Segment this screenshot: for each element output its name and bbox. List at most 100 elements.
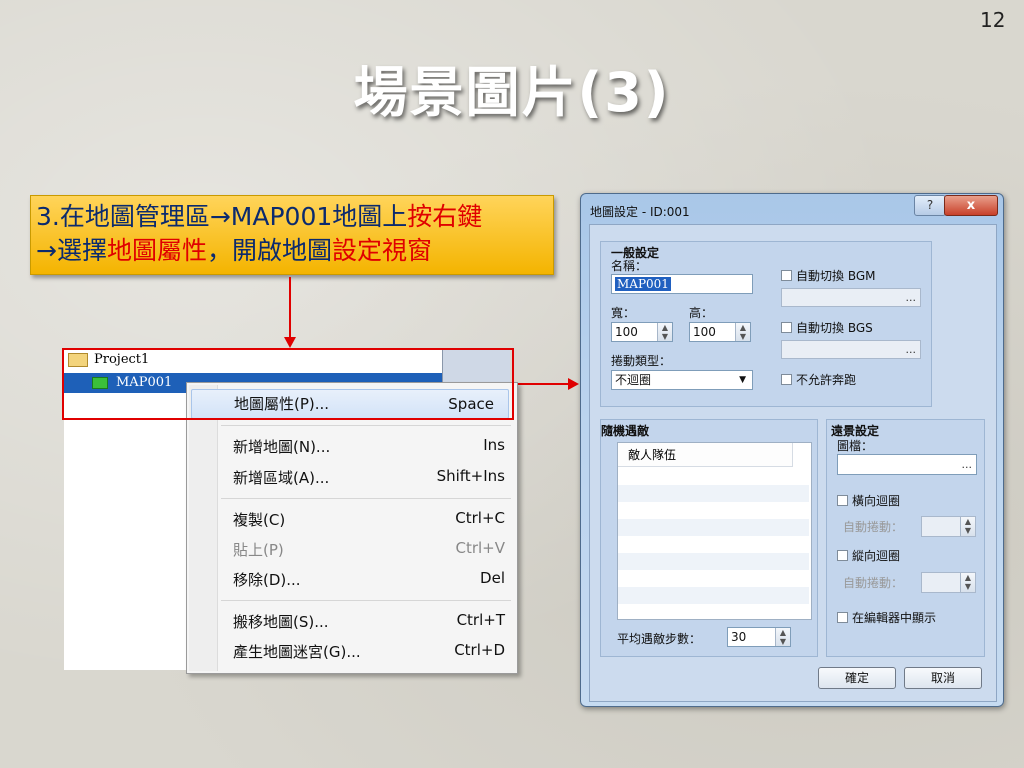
scroll-type-label: 捲動類型： [611,354,672,368]
no-dash-checkbox[interactable] [781,374,792,385]
list-row[interactable] [618,519,809,536]
cancel-button[interactable]: 取消 [904,667,982,689]
menu-item-shortcut: Del [480,569,505,587]
callout-highlight: 按右鍵 [407,202,483,231]
menu-item-copy[interactable]: 複製(C) Ctrl+C [233,509,505,530]
menu-item-label: 新增地圖(N)... [233,438,331,456]
height-value: 100 [693,325,716,339]
menu-icon-gutter [189,385,218,671]
spin-arrows-icon[interactable]: ▲ ▼ [735,323,750,341]
avg-steps-value: 30 [731,630,747,644]
spin-arrows-icon[interactable]: ▲ ▼ [960,517,975,536]
column-header: 敵人隊伍 [618,443,793,467]
enemy-troop-list[interactable]: 敵人隊伍 [617,442,812,620]
h-loop-checkbox[interactable] [837,495,848,506]
dialog-body: 一般設定 名稱： MAP001 寬： 高： 100 ▲ ▼ 100 ▲ ▼ 捲動類型… [589,224,997,702]
height-stepper[interactable]: 100 ▲ ▼ [689,322,751,342]
auto-bgm-checkbox[interactable] [781,270,792,281]
callout-text: →選擇 [36,236,107,265]
v-loop-checkbox[interactable] [837,550,848,561]
callout-highlight: 設定視窗 [331,236,432,265]
menu-item-generate-dungeon[interactable]: 產生地圖迷宮(G)... Ctrl+D [233,641,505,662]
width-stepper[interactable]: 100 ▲ ▼ [611,322,673,342]
menu-item-move-map[interactable]: 搬移地圖(S)... Ctrl+T [233,611,505,632]
menu-item-label: 複製(C) [233,511,286,529]
name-label: 名稱： [611,259,648,273]
callout-text: 3.在地圖管理區→MAP001地圖上 [36,202,408,231]
menu-item-shortcut: Ctrl+C [455,509,505,527]
list-row[interactable] [618,553,809,570]
menu-item-new-area[interactable]: 新增區域(A)... Shift+Ins [233,467,505,488]
menu-separator [221,425,511,426]
height-label: 高： [689,306,714,320]
v-scroll-stepper[interactable]: ▲ ▼ [921,572,976,593]
menu-separator [221,498,511,499]
close-button[interactable]: x [944,195,998,216]
menu-item-shortcut: Shift+Ins [436,467,505,485]
width-value: 100 [615,325,638,339]
menu-separator [221,600,511,601]
callout-line-1: 3.在地圖管理區→MAP001地圖上按右鍵 [36,200,549,234]
right-arrow-icon [515,378,579,390]
chevron-down-icon: ▼ [739,375,746,385]
auto-bgs-label: 自動切換 BGS [796,321,873,335]
scroll-type-select[interactable]: 不迴圈 ▼ [611,370,753,390]
slide-number: 12 [980,8,1006,32]
browse-button[interactable]: ... [906,341,917,359]
instruction-callout: 3.在地圖管理區→MAP001地圖上按右鍵 →選擇地圖屬性，開啟地圖設定視窗 [30,195,554,275]
menu-item-label: 移除(D)... [233,571,301,589]
ok-button[interactable]: 確定 [818,667,896,689]
avg-steps-label: 平均遇敵步數： [617,632,702,646]
auto-scroll-label: 自動捲動： [843,520,904,534]
width-label: 寬： [611,306,636,320]
menu-item-new-map[interactable]: 新增地圖(N)... Ins [233,436,505,457]
menu-item-shortcut: Ctrl+V [455,539,505,557]
spin-arrows-icon[interactable]: ▲ ▼ [775,628,790,646]
down-arrow-icon [284,277,296,348]
auto-bgs-checkbox[interactable] [781,322,792,333]
bgs-field[interactable]: ... [781,340,921,359]
parallax-group: 遠景設定 圖檔： ... 橫向迴圈 自動捲動： ▲ ▼ 縱向迴圈 自動捲動： ▲ ▼… [826,419,985,657]
menu-item-label: 搬移地圖(S)... [233,613,329,631]
browse-button[interactable]: ... [906,289,917,307]
menu-item-shortcut: Ins [483,436,505,454]
callout-text: ，開啟地圖 [206,236,332,265]
encounters-group: 隨機遇敵 敵人隊伍 平均遇敵步數： 30 ▲ ▼ [600,419,818,657]
menu-item-shortcut: Ctrl+T [456,611,505,629]
menu-item-label: 貼上(P) [233,541,284,559]
spin-arrows-icon[interactable]: ▲ ▼ [960,573,975,592]
list-row[interactable] [618,587,809,604]
parallax-image-field[interactable]: ... [837,454,977,475]
highlight-frame [62,348,514,420]
help-button[interactable]: ? [914,195,946,216]
callout-line-2: →選擇地圖屬性，開啟地圖設定視窗 [36,234,549,268]
context-menu: 地圖屬性(P)... Space 新增地圖(N)... Ins 新增區域(A).… [186,382,518,674]
show-in-editor-label: 在編輯器中顯示 [852,611,937,625]
h-loop-label: 橫向迴圈 [852,494,901,508]
menu-item-delete[interactable]: 移除(D)... Del [233,569,505,590]
menu-item-paste: 貼上(P) Ctrl+V [233,539,505,560]
spin-arrows-icon[interactable]: ▲ ▼ [657,323,672,341]
map-settings-dialog: 地圖設定 - ID:001 ? x 一般設定 名稱： MAP001 寬： 高： … [580,193,1004,707]
list-row[interactable] [618,485,809,502]
auto-scroll-label: 自動捲動： [843,576,904,590]
scroll-type-value: 不迴圈 [615,373,652,387]
no-dash-label: 不允許奔跑 [796,373,857,387]
avg-steps-stepper[interactable]: 30 ▲ ▼ [727,627,791,647]
menu-item-shortcut: Ctrl+D [454,641,505,659]
v-loop-label: 縱向迴圈 [852,549,901,563]
h-scroll-stepper[interactable]: ▲ ▼ [921,516,976,537]
name-field[interactable]: MAP001 [611,274,753,294]
auto-bgm-label: 自動切換 BGM [796,269,876,283]
bgm-field[interactable]: ... [781,288,921,307]
image-label: 圖檔： [837,439,874,453]
group-header: 隨機遇敵 [601,424,650,438]
menu-item-label: 產生地圖迷宮(G)... [233,643,361,661]
slide-title: 場景圖片(3) [353,61,671,124]
callout-highlight: 地圖屬性 [106,236,207,265]
menu-item-label: 新增區域(A)... [233,469,330,487]
browse-button[interactable]: ... [962,456,973,474]
name-value: MAP001 [615,277,671,291]
dialog-title: 地圖設定 - ID:001 [590,205,690,219]
show-in-editor-checkbox[interactable] [837,612,848,623]
